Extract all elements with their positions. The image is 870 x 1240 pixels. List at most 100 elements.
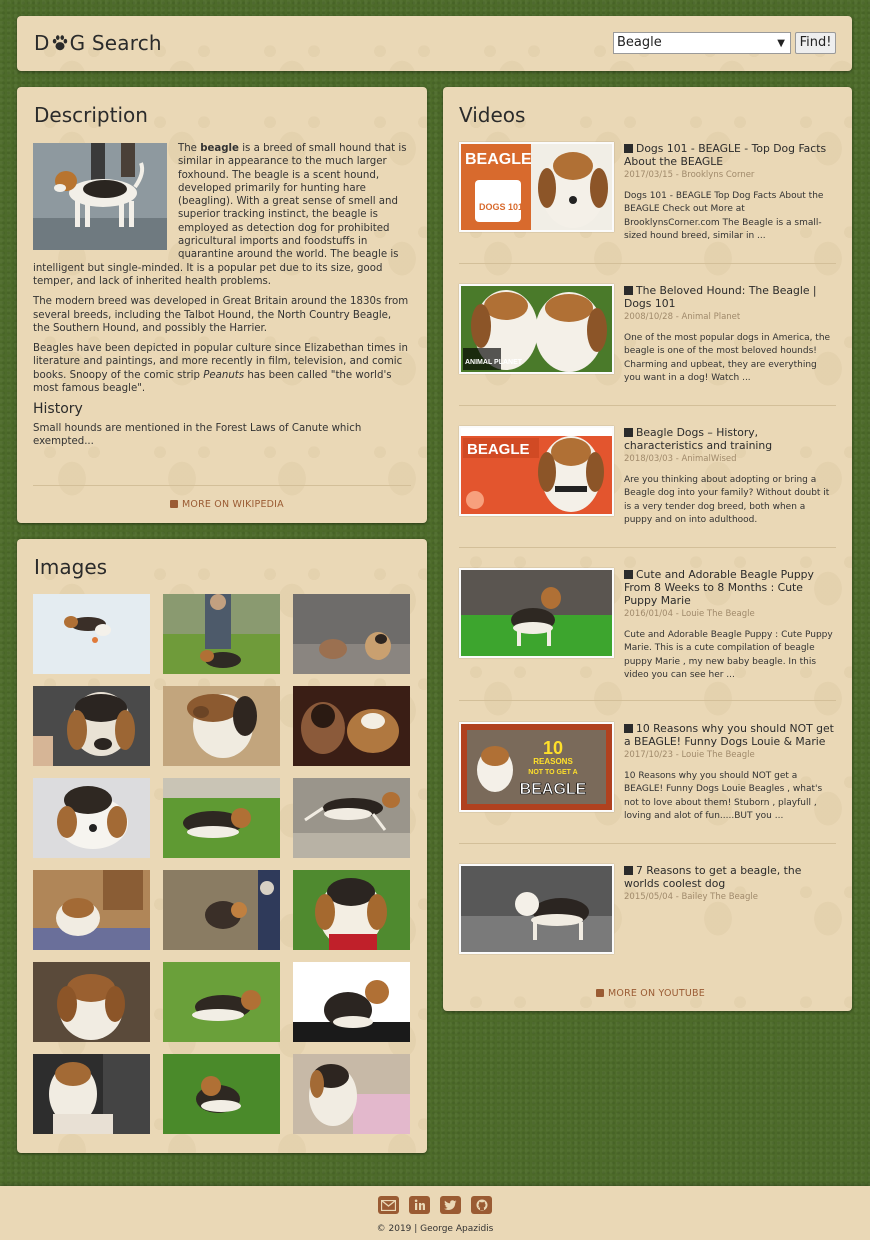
video-description: 10 Reasons why you should NOT get a BEAG… (624, 771, 823, 821)
header-panel: D G Search Beagle ▼ Find! (17, 16, 852, 71)
video-meta: 2017/03/15 - Brooklyns Corner (624, 170, 755, 180)
external-link-icon (624, 286, 633, 295)
external-link-icon (624, 724, 633, 733)
image-thumbnail[interactable] (33, 962, 150, 1042)
video-thumb-text: NOT TO GET A (528, 769, 577, 776)
image-thumbnail[interactable] (163, 686, 280, 766)
video-thumb-text: ANIMAL PLANET (465, 359, 523, 366)
video-divider (459, 263, 836, 264)
social-links (378, 1196, 492, 1214)
video-title[interactable]: Dogs 101 - BEAGLE - Top Dog Facts About … (624, 142, 826, 168)
image-thumbnail[interactable] (163, 870, 280, 950)
image-thumbnail[interactable] (293, 870, 410, 950)
video-thumb-text: BEAGLE (465, 151, 532, 168)
video-divider (459, 547, 836, 548)
description-paragraph-3: Beagles have been depicted in popular cu… (33, 343, 408, 395)
images-panel: Images (17, 539, 427, 1153)
image-thumbnail[interactable] (293, 594, 410, 674)
beagle-photo (33, 143, 167, 250)
video-info: Beagle Dogs – History, characteristics a… (624, 426, 836, 527)
video-thumb-text: BEAGLE (520, 781, 587, 798)
video-title[interactable]: Cute and Adorable Beagle Puppy From 8 We… (624, 568, 814, 607)
video-thumb-badge: DOGS 101 (479, 202, 523, 212)
videos-heading: Videos (459, 103, 526, 127)
videos-panel: Videos BEAGLE DOGS 101 Dogs 101 - BEAGLE… (443, 87, 852, 1011)
video-item[interactable]: BEAGLE Beagle Dogs – History, characteri… (459, 426, 836, 536)
video-divider (459, 843, 836, 844)
external-link-icon (596, 989, 604, 997)
logo-text-suffix: G Search (69, 31, 162, 55)
linkedin-icon[interactable] (409, 1196, 430, 1214)
video-divider (459, 700, 836, 701)
app-logo[interactable]: D G Search (34, 31, 162, 55)
description-heading: Description (34, 103, 148, 127)
video-meta: 2008/10/28 - Animal Planet (624, 312, 741, 322)
video-meta: 2015/05/04 - Bailey The Beagle (624, 892, 758, 902)
video-thumbnail[interactable]: ANIMAL PLANET (459, 284, 614, 374)
external-link-icon (170, 500, 178, 508)
video-item[interactable]: Cute and Adorable Beagle Puppy From 8 We… (459, 568, 836, 698)
logo-text-prefix: D (34, 31, 50, 55)
video-info: Cute and Adorable Beagle Puppy From 8 We… (624, 568, 836, 682)
description-paragraph-2: The modern breed was developed in Great … (33, 296, 409, 334)
video-title[interactable]: The Beloved Hound: The Beagle | Dogs 101 (624, 284, 817, 310)
image-thumbnail[interactable] (33, 870, 150, 950)
image-thumbnail[interactable] (163, 962, 280, 1042)
image-thumbnail[interactable] (33, 1054, 150, 1134)
image-thumbnail[interactable] (293, 962, 410, 1042)
external-link-icon (624, 428, 633, 437)
image-thumbnail[interactable] (33, 778, 150, 858)
image-thumbnail[interactable] (33, 686, 150, 766)
video-info: 10 Reasons why you should NOT get a BEAG… (624, 722, 836, 823)
video-info: 7 Reasons to get a beagle, the worlds co… (624, 864, 836, 903)
video-item[interactable]: BEAGLE DOGS 101 Dogs 101 - BEAGLE - Top … (459, 142, 836, 252)
twitter-icon[interactable] (440, 1196, 461, 1214)
video-thumbnail[interactable] (459, 568, 614, 658)
video-thumb-text: REASONS (533, 757, 573, 766)
video-meta: 2017/10/23 - Louie The Beagle (624, 750, 755, 760)
video-title[interactable]: 7 Reasons to get a beagle, the worlds co… (624, 864, 801, 890)
paw-icon (52, 35, 67, 51)
video-item[interactable]: 10 REASONS NOT TO GET A BEAGLE 10 Reason… (459, 722, 836, 832)
image-thumbnail[interactable] (163, 778, 280, 858)
history-text: Small hounds are mentioned in the Forest… (33, 422, 362, 447)
image-thumbnail[interactable] (293, 686, 410, 766)
video-thumbnail[interactable]: 10 REASONS NOT TO GET A BEAGLE (459, 722, 614, 812)
image-thumbnail[interactable] (33, 594, 150, 674)
video-description: Dogs 101 - BEAGLE Top Dog Facts About th… (624, 191, 824, 241)
video-info: The Beloved Hound: The Beagle | Dogs 101… (624, 284, 836, 385)
video-item[interactable]: 7 Reasons to get a beagle, the worlds co… (459, 864, 836, 954)
video-description: One of the most popular dogs in America,… (624, 333, 831, 383)
more-on-wikipedia-link[interactable]: MORE ON WIKIPEDIA (170, 499, 284, 510)
external-link-icon (624, 866, 633, 875)
description-body: The beagle is a breed of small hound tha… (33, 142, 411, 455)
video-thumbnail[interactable]: BEAGLE DOGS 101 (459, 142, 614, 232)
copyright-text: © 2019 | George Apazidis (376, 1224, 494, 1234)
image-thumbnail[interactable] (163, 1054, 280, 1134)
image-thumbnail[interactable] (293, 1054, 410, 1134)
video-item[interactable]: ANIMAL PLANET The Beloved Hound: The Bea… (459, 284, 836, 394)
video-description: Cute and Adorable Beagle Puppy : Cute Pu… (624, 630, 833, 680)
github-icon[interactable] (471, 1196, 492, 1214)
breed-select[interactable]: Beagle ▼ (613, 32, 791, 54)
image-thumbnail[interactable] (163, 594, 280, 674)
external-link-icon (624, 144, 633, 153)
email-icon[interactable] (378, 1196, 399, 1214)
video-meta: 2018/03/03 - AnimalWised (624, 454, 737, 464)
video-thumb-text: 10 (543, 738, 563, 758)
video-thumb-text: BEAGLE (467, 441, 530, 458)
video-description: Are you thinking about adopting or bring… (624, 475, 830, 525)
breed-select-value: Beagle (617, 35, 662, 50)
image-grid (33, 594, 410, 1134)
find-button[interactable]: Find! (795, 32, 836, 54)
video-thumbnail[interactable]: BEAGLE (459, 426, 614, 516)
footer: © 2019 | George Apazidis (0, 1186, 870, 1240)
description-panel: Description The beagle is a breed of sma… (17, 87, 427, 523)
video-title[interactable]: Beagle Dogs – History, characteristics a… (624, 426, 772, 452)
images-heading: Images (34, 555, 108, 579)
more-on-youtube-link[interactable]: MORE ON YOUTUBE (596, 988, 705, 999)
video-title[interactable]: 10 Reasons why you should NOT get a BEAG… (624, 722, 834, 748)
video-thumbnail[interactable] (459, 864, 614, 954)
image-thumbnail[interactable] (293, 778, 410, 858)
chevron-down-icon: ▼ (777, 38, 785, 49)
